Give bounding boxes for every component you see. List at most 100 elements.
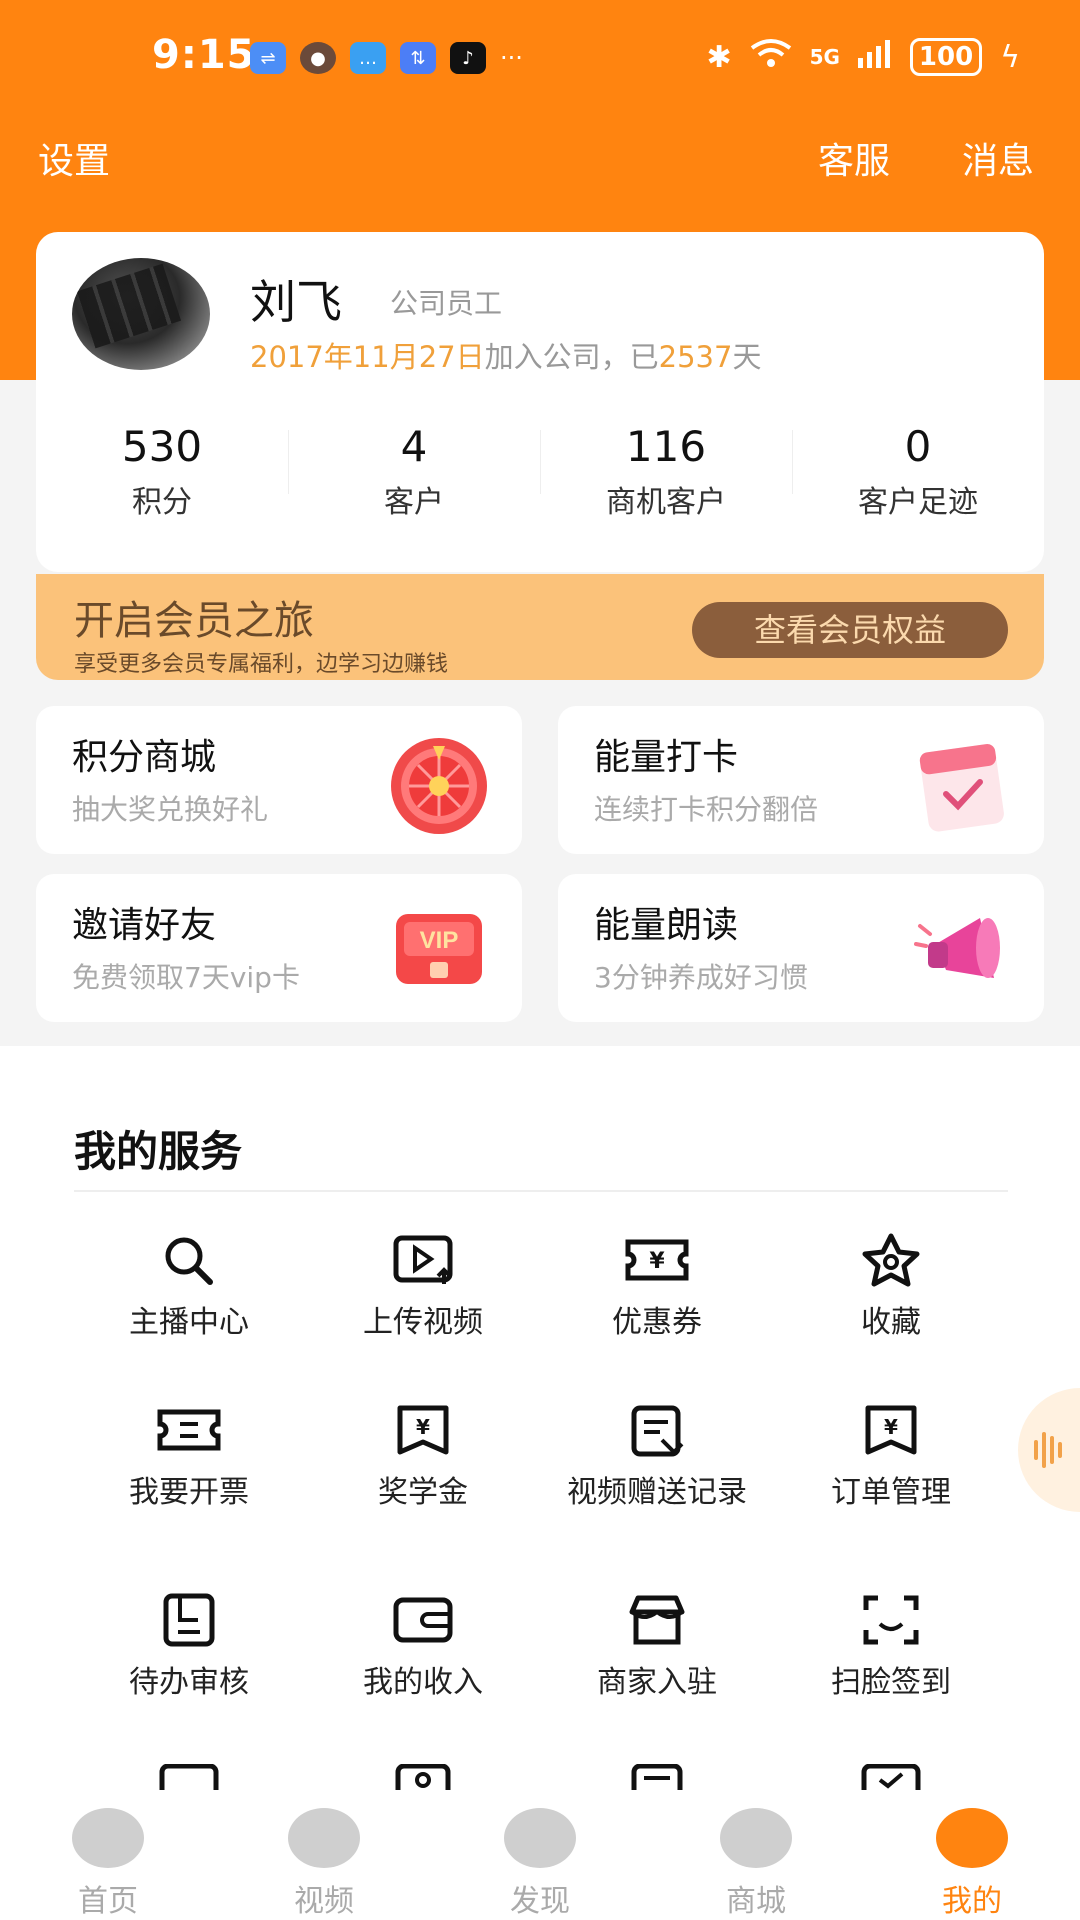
service-favorites[interactable]: 收藏 xyxy=(774,1232,1008,1342)
tab-label: 首页 xyxy=(78,1884,138,1919)
svg-text:¥: ¥ xyxy=(649,1249,665,1274)
service-label: 订单管理 xyxy=(831,1475,951,1510)
feature-title: 积分商城 xyxy=(72,737,217,778)
avatar[interactable] xyxy=(72,258,210,370)
vip-card-icon: VIP xyxy=(396,914,482,984)
divider xyxy=(74,1190,1008,1192)
wifi-icon xyxy=(750,38,792,76)
feature-subtitle: 免费领取7天vip卡 xyxy=(72,961,300,994)
bluetooth-icon: ✱ xyxy=(706,39,732,75)
gift-record-icon xyxy=(631,1405,684,1457)
tiktok-icon: ♪ xyxy=(450,42,486,74)
tab-mall[interactable]: 商城 xyxy=(648,1790,864,1920)
svg-text:¥: ¥ xyxy=(884,1415,898,1439)
messages-link[interactable]: 消息 xyxy=(962,132,1034,184)
service-pending-review[interactable]: 待办审核 xyxy=(72,1592,306,1702)
partial-icon xyxy=(631,1764,683,1790)
tab-discover[interactable]: 发现 xyxy=(432,1790,648,1920)
vip-subtitle: 享受更多会员专属福利，边学习边赚钱 xyxy=(74,652,449,677)
status-time: 9:15 xyxy=(152,32,256,78)
services-heading: 我的服务 xyxy=(74,1127,243,1176)
service-label: 视频赠送记录 xyxy=(567,1475,747,1510)
transfer-icon: ⇅ xyxy=(400,42,436,74)
service-coupons[interactable]: ¥ 优惠券 xyxy=(540,1232,774,1342)
bottom-tab-bar: 首页 视频 发现 商城 我的 xyxy=(0,1790,1080,1920)
service-label: 我要开票 xyxy=(129,1475,249,1510)
signal-icon xyxy=(857,38,892,76)
service-label: 上传视频 xyxy=(363,1305,483,1340)
vip-title: 开启会员之旅 xyxy=(74,598,314,644)
coupon-icon: ¥ xyxy=(625,1239,689,1281)
wallet-icon xyxy=(393,1597,453,1643)
tab-video[interactable]: 视频 xyxy=(216,1790,432,1920)
stat-value: 530 xyxy=(121,422,203,471)
stat-opportunity-customers[interactable]: 116 商机客户 xyxy=(540,422,792,532)
days-unit: 天 xyxy=(732,340,762,374)
already-text: 已 xyxy=(629,340,659,374)
join-info: 2017年11月27日加入公司，已2537天 xyxy=(250,334,761,376)
service-face-checkin[interactable]: 扫脸签到 xyxy=(774,1592,1008,1702)
customer-service-link[interactable]: 客服 xyxy=(818,132,890,184)
vip-banner[interactable]: 开启会员之旅 享受更多会员专属福利，边学习边赚钱 查看会员权益 xyxy=(36,574,1044,680)
service-label: 商家入驻 xyxy=(597,1665,717,1700)
face-scan-icon xyxy=(863,1595,919,1645)
service-label: 扫脸签到 xyxy=(831,1665,951,1700)
service-scholarship[interactable]: ¥ 奖学金 xyxy=(306,1402,540,1512)
video-icon xyxy=(288,1808,360,1868)
review-icon xyxy=(163,1593,215,1647)
service-merchant-join[interactable]: 商家入驻 xyxy=(540,1592,774,1702)
feature-energy-checkin[interactable]: 能量打卡 连续打卡积分翻倍 xyxy=(558,706,1044,854)
service-order-management[interactable]: ¥ 订单管理 xyxy=(774,1402,1008,1512)
service-label: 收藏 xyxy=(861,1305,921,1340)
store-icon xyxy=(629,1595,685,1645)
mall-icon xyxy=(720,1808,792,1868)
service-my-income[interactable]: 我的收入 xyxy=(306,1592,540,1702)
star-icon xyxy=(862,1233,920,1287)
chat-bubble-icon: … xyxy=(350,42,386,74)
prize-wheel-icon xyxy=(391,738,487,834)
voice-assistant-tab[interactable] xyxy=(1018,1388,1080,1512)
service-label: 我的收入 xyxy=(363,1665,483,1700)
join-date: 2017年11月27日 xyxy=(250,340,485,374)
feature-invite-friends[interactable]: 邀请好友 免费领取7天vip卡 VIP xyxy=(36,874,522,1022)
tab-home[interactable]: 首页 xyxy=(0,1790,216,1920)
home-icon xyxy=(72,1808,144,1868)
user-name: 刘飞 xyxy=(250,275,342,329)
megaphone-icon xyxy=(914,918,1000,978)
feature-title: 能量朗读 xyxy=(594,905,739,946)
scholarship-icon: ¥ xyxy=(397,1405,449,1455)
next-row-peek xyxy=(0,1764,1080,1790)
tab-label: 视频 xyxy=(294,1884,354,1919)
stat-points[interactable]: 530 积分 xyxy=(36,422,288,532)
app-avatar-icon: ● xyxy=(300,42,336,74)
service-label: 待办审核 xyxy=(129,1665,249,1700)
service-video-gift-records[interactable]: 视频赠送记录 xyxy=(540,1402,774,1512)
feature-subtitle: 抽大奖兑换好礼 xyxy=(72,793,269,826)
settings-link[interactable]: 设置 xyxy=(38,132,110,184)
stat-value: 0 xyxy=(904,422,932,471)
system-indicators: ✱ 5G 100 ϟ xyxy=(706,38,1020,76)
partial-icon xyxy=(861,1764,921,1790)
discover-icon xyxy=(504,1808,576,1868)
calendar-check-icon xyxy=(919,743,1004,832)
order-icon: ¥ xyxy=(865,1405,917,1455)
feature-energy-reading[interactable]: 能量朗读 3分钟养成好习惯 xyxy=(558,874,1044,1022)
days-count: 2537 xyxy=(658,340,733,374)
stat-label: 积分 xyxy=(132,485,192,520)
battery-indicator: 100 xyxy=(909,38,983,76)
charging-icon: ϟ xyxy=(1000,39,1020,75)
stat-label: 客户足迹 xyxy=(858,485,978,520)
sound-wave-icon xyxy=(1034,1432,1062,1468)
more-notifications-icon: ··· xyxy=(500,44,523,72)
stat-customer-footprint[interactable]: 0 客户足迹 xyxy=(792,422,1044,532)
svg-text:VIP: VIP xyxy=(420,927,459,954)
tab-profile[interactable]: 我的 xyxy=(864,1790,1080,1920)
view-vip-benefits-button[interactable]: 查看会员权益 xyxy=(692,602,1008,658)
service-anchor-center[interactable]: 主播中心 xyxy=(72,1232,306,1342)
stat-customers[interactable]: 4 客户 xyxy=(288,422,540,532)
stat-value: 4 xyxy=(400,422,428,471)
service-invoice[interactable]: 我要开票 xyxy=(72,1402,306,1512)
feature-points-mall[interactable]: 积分商城 抽大奖兑换好礼 xyxy=(36,706,522,854)
usb-icon: ⇌ xyxy=(250,42,286,74)
service-upload-video[interactable]: 上传视频 xyxy=(306,1232,540,1342)
